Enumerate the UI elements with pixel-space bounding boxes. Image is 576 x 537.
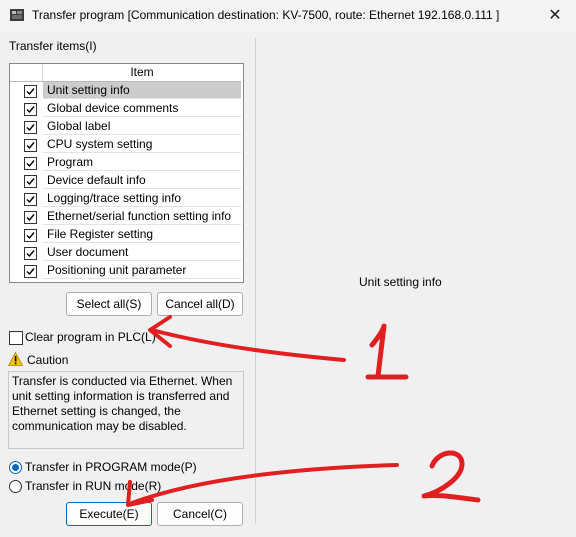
check-icon xyxy=(26,142,35,150)
list-item[interactable]: Logging/trace setting info xyxy=(10,190,241,208)
list-item[interactable]: Global label xyxy=(10,118,241,136)
app-icon xyxy=(10,9,24,21)
program-mode-label[interactable]: Transfer in PROGRAM mode(P) xyxy=(25,460,197,474)
item-check-cell xyxy=(10,208,42,226)
header-item-column[interactable]: Item xyxy=(43,64,241,81)
run-mode-radio[interactable] xyxy=(9,480,22,493)
item-checkbox[interactable] xyxy=(24,157,37,170)
caution-label: Caution xyxy=(27,353,69,367)
check-icon xyxy=(26,160,35,168)
item-checkbox[interactable] xyxy=(24,103,37,116)
cancel-button[interactable]: Cancel(C) xyxy=(157,502,243,526)
check-icon xyxy=(26,178,35,186)
item-check-cell xyxy=(10,82,42,100)
item-checkbox[interactable] xyxy=(24,193,37,206)
close-button[interactable]: ✕ xyxy=(536,1,574,29)
item-label: CPU system setting xyxy=(43,136,241,153)
item-label: File Register setting xyxy=(43,226,241,243)
item-check-cell xyxy=(10,262,42,280)
select-all-button[interactable]: Select all(S) xyxy=(66,292,152,316)
item-check-cell xyxy=(10,118,42,136)
check-icon xyxy=(26,196,35,204)
item-checkbox[interactable] xyxy=(24,85,37,98)
item-check-cell xyxy=(10,172,42,190)
item-checkbox[interactable] xyxy=(24,139,37,152)
item-label: Unit setting info xyxy=(43,82,241,99)
list-item[interactable]: Positioning unit parameter xyxy=(10,262,241,280)
check-icon xyxy=(26,106,35,114)
close-icon: ✕ xyxy=(548,7,562,24)
list-header: Item xyxy=(10,64,241,82)
clear-program-checkbox[interactable] xyxy=(9,331,23,345)
check-icon xyxy=(26,214,35,222)
item-check-cell xyxy=(10,226,42,244)
item-checkbox[interactable] xyxy=(24,265,37,278)
window-title: Transfer program [Communication destinat… xyxy=(32,8,500,22)
header-check-column[interactable] xyxy=(10,64,43,81)
check-icon xyxy=(26,124,35,132)
item-label: Device default info xyxy=(43,172,241,189)
item-label: Global label xyxy=(43,118,241,135)
list-item[interactable]: User document xyxy=(10,244,241,262)
item-label: Program xyxy=(43,154,241,171)
run-mode-label[interactable]: Transfer in RUN mode(R) xyxy=(25,479,161,493)
cancel-all-button[interactable]: Cancel all(D) xyxy=(157,292,243,316)
item-check-cell xyxy=(10,100,42,118)
clear-program-label[interactable]: Clear program in PLC(L) xyxy=(25,330,156,344)
check-icon xyxy=(26,88,35,96)
item-label: Positioning unit parameter xyxy=(43,262,241,279)
list-item[interactable]: CPU system setting xyxy=(10,136,241,154)
item-check-cell xyxy=(10,136,42,154)
item-checkbox[interactable] xyxy=(24,121,37,134)
item-label: Global device comments xyxy=(43,100,241,117)
list-item[interactable]: Unit setting info xyxy=(10,82,241,100)
item-label: Logging/trace setting info xyxy=(43,190,241,207)
item-checkbox[interactable] xyxy=(24,175,37,188)
item-checkbox[interactable] xyxy=(24,247,37,260)
caution-message: Transfer is conducted via Ethernet. When… xyxy=(8,371,244,449)
item-checkbox[interactable] xyxy=(24,229,37,242)
item-label: User document xyxy=(43,244,241,261)
item-check-cell xyxy=(10,154,42,172)
list-item[interactable]: Global device comments xyxy=(10,100,241,118)
check-icon xyxy=(26,268,35,276)
list-item[interactable]: File Register setting xyxy=(10,226,241,244)
item-label: Ethernet/serial function setting info xyxy=(43,208,241,225)
list-item[interactable]: Ethernet/serial function setting info xyxy=(10,208,241,226)
list-item[interactable]: Device default info xyxy=(10,172,241,190)
item-check-cell xyxy=(10,244,42,262)
check-icon xyxy=(26,250,35,258)
item-checkbox[interactable] xyxy=(24,211,37,224)
transfer-items-list[interactable]: Item Unit setting info Global device comm… xyxy=(9,63,244,283)
check-icon xyxy=(26,232,35,240)
program-mode-radio[interactable] xyxy=(9,461,22,474)
transfer-items-label: Transfer items(I) xyxy=(9,39,97,53)
preview-text: Unit setting info xyxy=(359,275,442,289)
item-check-cell xyxy=(10,190,42,208)
pane-divider[interactable] xyxy=(255,38,256,524)
execute-button[interactable]: Execute(E) xyxy=(66,502,152,526)
list-item[interactable]: Program xyxy=(10,154,241,172)
warning-icon xyxy=(8,352,23,366)
